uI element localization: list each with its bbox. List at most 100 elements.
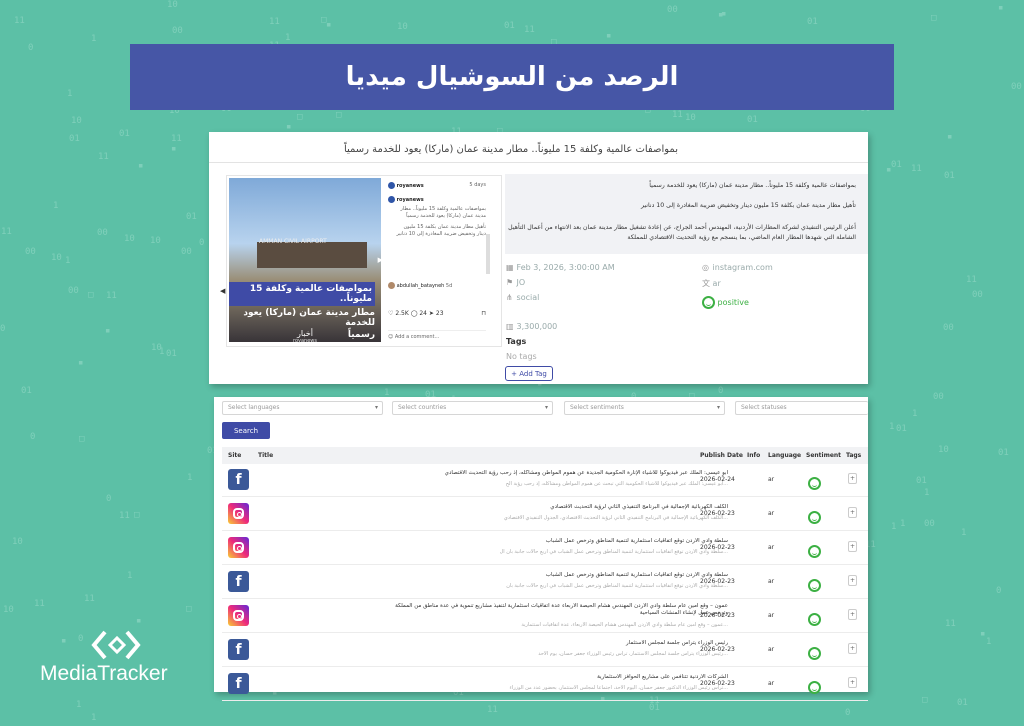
row-title[interactable]: الشركات الأردنية تتنافس على مشاريع الحوا… [388,674,728,680]
meta-type: ⋔ social [506,293,539,302]
results-table-card: Select languages ▾ Select countries ▾ Sele… [214,397,868,701]
background-glyph: □ [336,110,342,120]
background-glyph: 1 [924,488,930,498]
background-glyph: ▪ [138,161,144,171]
search-button[interactable]: Search [222,422,270,439]
background-glyph: 01 [166,349,177,359]
background-glyph: 1 [65,256,71,266]
row-date: 2026-02-23 [700,612,735,619]
add-comment-input[interactable]: Add a comment... [395,334,439,340]
background-glyph: 01 [186,212,197,222]
next-arrow-icon[interactable]: ▶ [378,256,383,264]
instagram-icon[interactable] [228,605,249,626]
source-value: instagram.com [712,263,773,272]
scrollbar[interactable] [486,234,490,274]
background-glyph: ▪ [980,629,986,639]
row-snippet: ...سلطة وادي الأردن توقع اتفاقيات استثما… [499,549,728,555]
meta-language: 文 ar [702,278,721,289]
background-glyph: 01 [998,448,1009,458]
divider [209,162,868,163]
table-row[interactable]: f سلطة وادي الأردن توقع اتفاقيات استثماري… [222,566,868,599]
background-glyph: 1 [91,713,97,723]
row-title[interactable]: سلطة وادي الأردن توقع اتفاقيات استثمارية… [388,538,728,544]
statuses-select[interactable]: Select statuses [735,401,868,415]
post-username[interactable]: royanews [397,183,424,189]
background-glyph: 1 [53,201,59,211]
row-tag-button[interactable]: + [848,677,857,688]
row-title[interactable]: رئيس الوزراء يترأس جلسة لمجلس الاستثمار [388,640,728,646]
background-glyph: 10 [938,445,949,455]
background-glyph: 10 [151,343,162,353]
post-headline: بمواصفات عالمية وكلفة 15 مليوناً.. مطار … [343,144,678,155]
table-row[interactable]: f رئيس الوزراء يترأس جلسة لمجلس الاستثمار… [222,634,868,667]
airport-sign: AMMAN CIVIL AIRPORT [259,238,327,245]
instagram-icon[interactable] [228,537,249,558]
instagram-icon[interactable] [228,503,249,524]
languages-select[interactable]: Select languages ▾ [222,401,383,415]
table-row[interactable]: f أبو عيسى: الملك عبر فيديوكوا للأشياء ال… [222,464,868,497]
row-date: 2026-02-24 [700,476,735,483]
add-tag-button[interactable]: + Add Tag [505,366,553,381]
background-glyph: 1 [67,89,73,99]
background-glyph: 1 [187,473,193,483]
positive-smile-icon [702,296,715,309]
row-language: ar [768,612,775,619]
col-site[interactable]: Site [228,452,241,459]
table-row[interactable]: الكلف الكهربائية الإجمالية في البرنامج ا… [222,498,868,531]
background-glyph: 1 [127,571,133,581]
background-glyph: 01 [916,476,927,486]
row-title[interactable]: سلطة وادي الأردن توقع اتفاقيات استثمارية… [388,572,728,578]
col-info[interactable]: Info [747,452,760,459]
share-icon[interactable]: ➤ [429,310,434,317]
background-glyph: □ [931,13,937,23]
avatar[interactable] [388,182,395,189]
col-language[interactable]: Language [768,452,801,459]
table-row[interactable]: f الشركات الأردنية تتنافس على مشاريع الحو… [222,668,868,701]
background-glyph: 01 [957,698,968,708]
col-tags[interactable]: Tags [846,452,861,459]
row-language: ar [768,646,775,653]
caption-line: مدينة عمان (ماركا) يعود للخدمة رسمياً [406,213,486,219]
emoji-icon[interactable]: ☺ [388,334,393,340]
facebook-icon[interactable]: f [228,469,249,490]
sentiments-select[interactable]: Select sentiments ▾ [564,401,725,415]
chevron-down-icon: ▾ [374,404,378,411]
col-publish-date[interactable]: Publish Date [700,452,743,459]
row-title[interactable]: عمون – وقع أمين عام سلطة وادي الأردن الم… [388,603,728,609]
row-tag-button[interactable]: + [848,541,857,552]
background-glyph: 01 [944,171,955,181]
background-glyph: □ [88,290,94,300]
countries-select[interactable]: Select countries ▾ [392,401,553,415]
col-sentiment[interactable]: Sentiment [806,452,841,459]
facebook-icon[interactable]: f [228,639,249,660]
row-tag-button[interactable]: + [848,473,857,484]
facebook-icon[interactable]: f [228,673,249,694]
post-sidebar: royanews 5 days royanews بمواصفات عالمية… [384,178,490,342]
row-tag-button[interactable]: + [848,507,857,518]
row-title[interactable]: أبو عيسى: الملك عبر فيديوكوا للأشياء الإ… [388,470,728,476]
calendar-icon: ▦ [506,263,514,272]
row-tag-button[interactable]: + [848,609,857,620]
comment-icon[interactable]: ◯ [411,310,418,317]
prev-arrow-icon[interactable]: ◀ [220,287,225,295]
shares-count: 23 [435,310,444,317]
row-tag-button[interactable]: + [848,643,857,654]
like-icon[interactable]: ♡ [388,310,393,317]
positive-smile-icon [808,681,821,694]
comment-user[interactable]: abdullah_batayneh [397,283,445,289]
background-glyph: 01 [21,386,32,396]
background-glyph: 1 [889,422,895,432]
table-row[interactable]: عمون – وقع أمين عام سلطة وادي الأردن الم… [222,600,868,633]
row-title[interactable]: الكلف الكهربائية الإجمالية في البرنامج ا… [388,504,728,510]
post-image[interactable]: AMMAN CIVIL AIRPORT ▶ بمواصفات عالمية وك… [229,178,383,344]
row-tag-button[interactable]: + [848,575,857,586]
caption-line: دينار وتخفيض ضريبة المغادرة إلى 10 دناني… [396,231,486,237]
row-date: 2026-02-23 [700,646,735,653]
languages-placeholder: Select languages [228,404,280,411]
bookmark-icon[interactable]: ⊓ [481,310,486,317]
background-glyph: 11 [269,17,280,27]
background-glyph: 11 [487,705,498,715]
col-title[interactable]: Title [258,452,273,459]
facebook-icon[interactable]: f [228,571,249,592]
table-row[interactable]: سلطة وادي الأردن توقع اتفاقيات استثمارية… [222,532,868,565]
